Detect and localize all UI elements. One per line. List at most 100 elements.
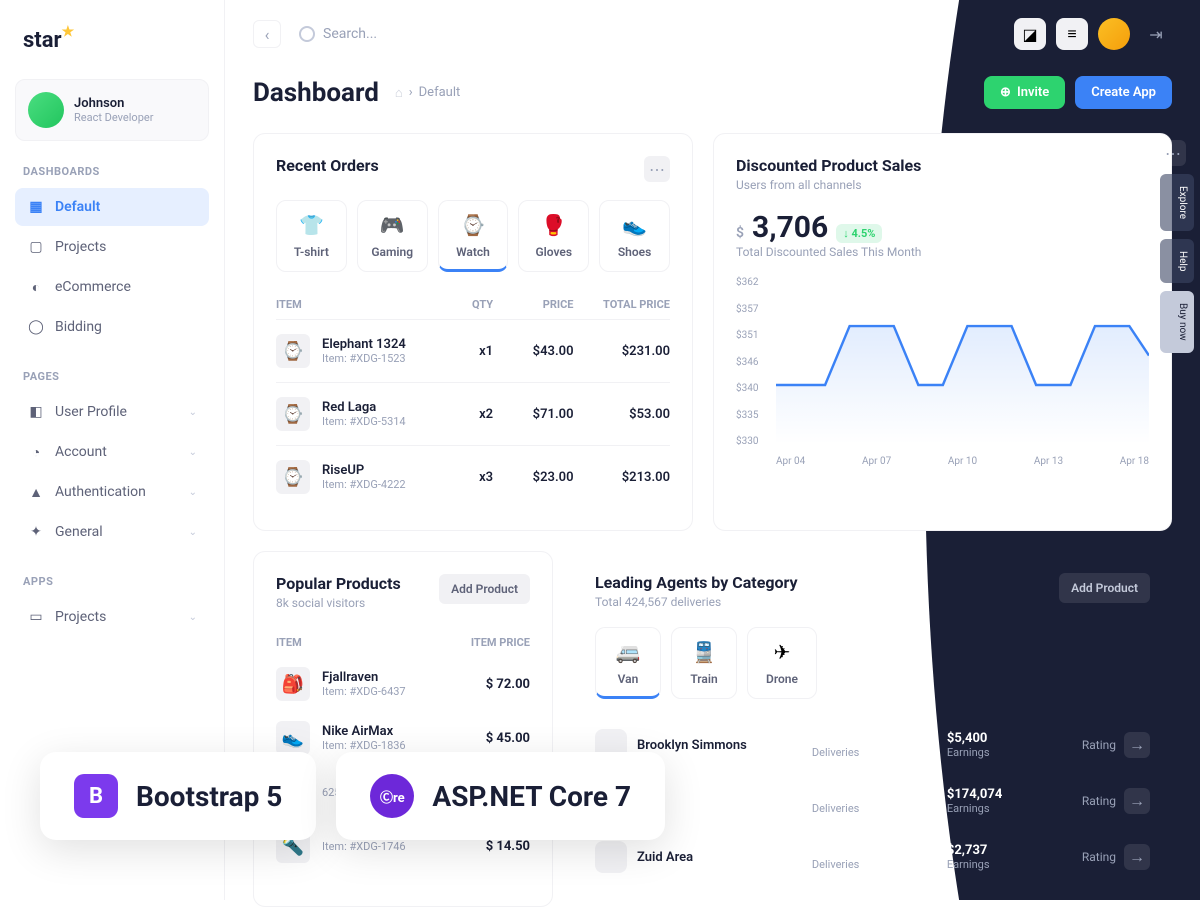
grid-icon: ▦ [27, 198, 45, 216]
person-icon: ▲ [27, 483, 45, 501]
rocket-icon: ✦ [27, 523, 45, 541]
bootstrap-label: Bootstrap 5 [136, 780, 282, 813]
tech-badges: B Bootstrap 5 Ⓒre ASP.NET Core 7 [40, 752, 665, 840]
search-input[interactable]: Search... [299, 26, 377, 42]
chevron-down-icon: ⌄ [189, 527, 197, 538]
tab-watch[interactable]: ⌚Watch [438, 200, 509, 272]
list-item[interactable]: 🎒 FjallravenItem: #XDG-6437 $ 72.00 [276, 657, 530, 711]
col-total: TOTAL PRICE [574, 298, 671, 311]
nav-general[interactable]: ✦General⌄ [15, 513, 209, 551]
add-product-button[interactable]: Add Product [1059, 573, 1150, 603]
col-price: ITEM PRICE [471, 636, 530, 649]
gaming-icon: 🎮 [378, 211, 406, 239]
filter-icon[interactable]: ≡ [1056, 18, 1088, 50]
user-avatar[interactable] [1098, 18, 1130, 50]
nav-user-profile[interactable]: ◧User Profile⌄ [15, 393, 209, 431]
card-title: Discounted Product Sales [736, 156, 1149, 175]
back-button[interactable]: ‹ [253, 20, 281, 48]
nav-projects[interactable]: ▢Projects [15, 228, 209, 266]
logout-icon[interactable]: ⇥ [1140, 18, 1172, 50]
aspnet-label: ASP.NET Core 7 [432, 780, 631, 813]
sales-chart: $362$357$351$346$340$335$330 Apr 04Apr 0… [736, 277, 1149, 467]
star-icon: ★ [62, 24, 75, 40]
tab-tshirt[interactable]: 👕T-shirt [276, 200, 347, 272]
table-row[interactable]: 6,074Deliveries $174,074Earnings Rating→ [595, 773, 1150, 829]
tab-train[interactable]: 🚆Train [671, 627, 737, 699]
create-app-button[interactable]: Create App [1075, 76, 1172, 109]
user-icon: ◧ [27, 403, 45, 421]
tab-van[interactable]: 🚐Van [595, 627, 661, 699]
arrow-button[interactable]: → [1124, 788, 1150, 814]
pie-icon: ◔ [27, 443, 45, 461]
nav-bidding[interactable]: ◯Bidding [15, 308, 209, 346]
change-badge: ↓ 4.5% [836, 224, 882, 243]
nav-default[interactable]: ▦Default [15, 188, 209, 226]
chart-icon[interactable]: ◪ [1014, 18, 1046, 50]
help-button[interactable]: Help [1160, 239, 1194, 283]
tab-gaming[interactable]: 🎮Gaming [357, 200, 428, 272]
sales-value: 3,706 [752, 210, 828, 245]
user-card[interactable]: Johnson React Developer [15, 79, 209, 141]
logo: star★ [15, 20, 209, 61]
more-button[interactable]: ⋯ [644, 156, 670, 182]
chevron-down-icon: ⌄ [189, 487, 197, 498]
table-row[interactable]: ⌚Red LagaItem: #XDG-5314 x2$71.00$53.00 [276, 382, 670, 445]
nav-ecommerce[interactable]: ◐eCommerce [15, 268, 209, 306]
topbar: ‹ Search... ◪ ≡ ⇥ [225, 0, 1200, 68]
col-item: ITEM [276, 298, 437, 311]
tab-gloves[interactable]: 🥊Gloves [518, 200, 589, 272]
section-apps: APPS [23, 575, 201, 588]
product-thumb: 👟 [276, 721, 310, 755]
user-name: Johnson [74, 96, 153, 111]
section-pages: PAGES [23, 370, 201, 383]
train-icon: 🚆 [690, 638, 718, 666]
chevron-down-icon: ⌄ [189, 447, 197, 458]
shoes-icon: 👟 [621, 211, 649, 239]
table-row[interactable]: Brooklyn Simmons 1,240Deliveries $5,400E… [595, 717, 1150, 773]
popular-products-card: Popular Products 8k social visitors Add … [253, 551, 553, 907]
aspnet-badge: Ⓒre ASP.NET Core 7 [336, 752, 665, 840]
agents-card: Leading Agents by Category Total 424,567… [573, 551, 1172, 907]
folder-icon: ▢ [27, 238, 45, 256]
product-thumb: 🎒 [276, 667, 310, 701]
arrow-button[interactable]: → [1124, 844, 1150, 870]
section-dashboards: DASHBOARDS [23, 165, 201, 178]
nav-account[interactable]: ◔Account⌄ [15, 433, 209, 471]
gavel-icon: ◯ [27, 318, 45, 336]
rail-more-button[interactable]: ⋯ [1160, 140, 1186, 166]
card-subtitle: Total 424,567 deliveries [595, 595, 798, 609]
col-item: ITEM [276, 636, 471, 649]
add-product-button[interactable]: Add Product [439, 574, 530, 604]
tab-shoes[interactable]: 👟Shoes [599, 200, 670, 272]
gloves-icon: 🥊 [540, 211, 568, 239]
product-thumb: ⌚ [276, 397, 310, 431]
card-title: Popular Products [276, 574, 401, 593]
invite-button[interactable]: ⊕Invite [984, 76, 1065, 109]
nav-authentication[interactable]: ▲Authentication⌄ [15, 473, 209, 511]
search-icon [299, 26, 315, 42]
agent-avatar [595, 841, 627, 873]
product-thumb: ⌚ [276, 334, 310, 368]
side-rail: ⋯ Explore Help Buy now [1160, 140, 1194, 353]
explore-button[interactable]: Explore [1160, 174, 1194, 231]
col-qty: QTY [437, 298, 493, 311]
table-row[interactable]: ⌚Elephant 1324Item: #XDG-1523 x1$43.00$2… [276, 319, 670, 382]
table-row[interactable]: Zuid Area 357Deliveries $2,737Earnings R… [595, 829, 1150, 885]
sales-card: Discounted Product Sales Users from all … [713, 133, 1172, 531]
cart-icon: ◐ [27, 278, 45, 296]
buy-now-button[interactable]: Buy now [1160, 291, 1194, 353]
bootstrap-badge: B Bootstrap 5 [40, 752, 316, 840]
breadcrumb: ⌂ › Default [395, 85, 460, 101]
col-price: PRICE [493, 298, 573, 311]
nav-apps-projects[interactable]: ▭Projects⌄ [15, 598, 209, 636]
tab-drone[interactable]: ✈Drone [747, 627, 817, 699]
chevron-down-icon: ⌄ [189, 612, 197, 623]
arrow-button[interactable]: → [1124, 732, 1150, 758]
plus-icon: ⊕ [1000, 85, 1011, 100]
table-row[interactable]: ⌚RiseUPItem: #XDG-4222 x3$23.00$213.00 [276, 445, 670, 508]
watch-icon: ⌚ [459, 211, 487, 239]
bootstrap-icon: B [74, 774, 118, 818]
van-icon: 🚐 [614, 638, 642, 666]
drone-icon: ✈ [768, 638, 796, 666]
card-title: Recent Orders [276, 156, 379, 175]
